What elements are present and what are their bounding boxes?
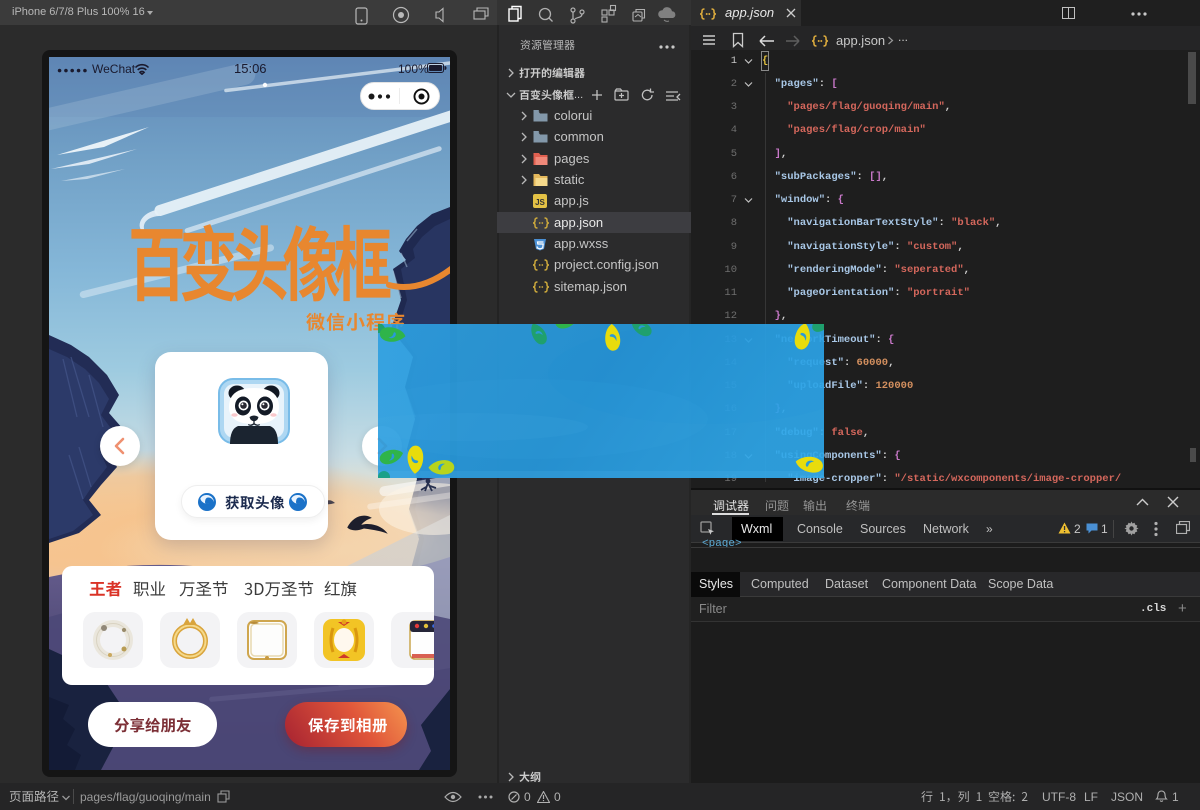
svg-text:JS: JS [535, 198, 545, 207]
